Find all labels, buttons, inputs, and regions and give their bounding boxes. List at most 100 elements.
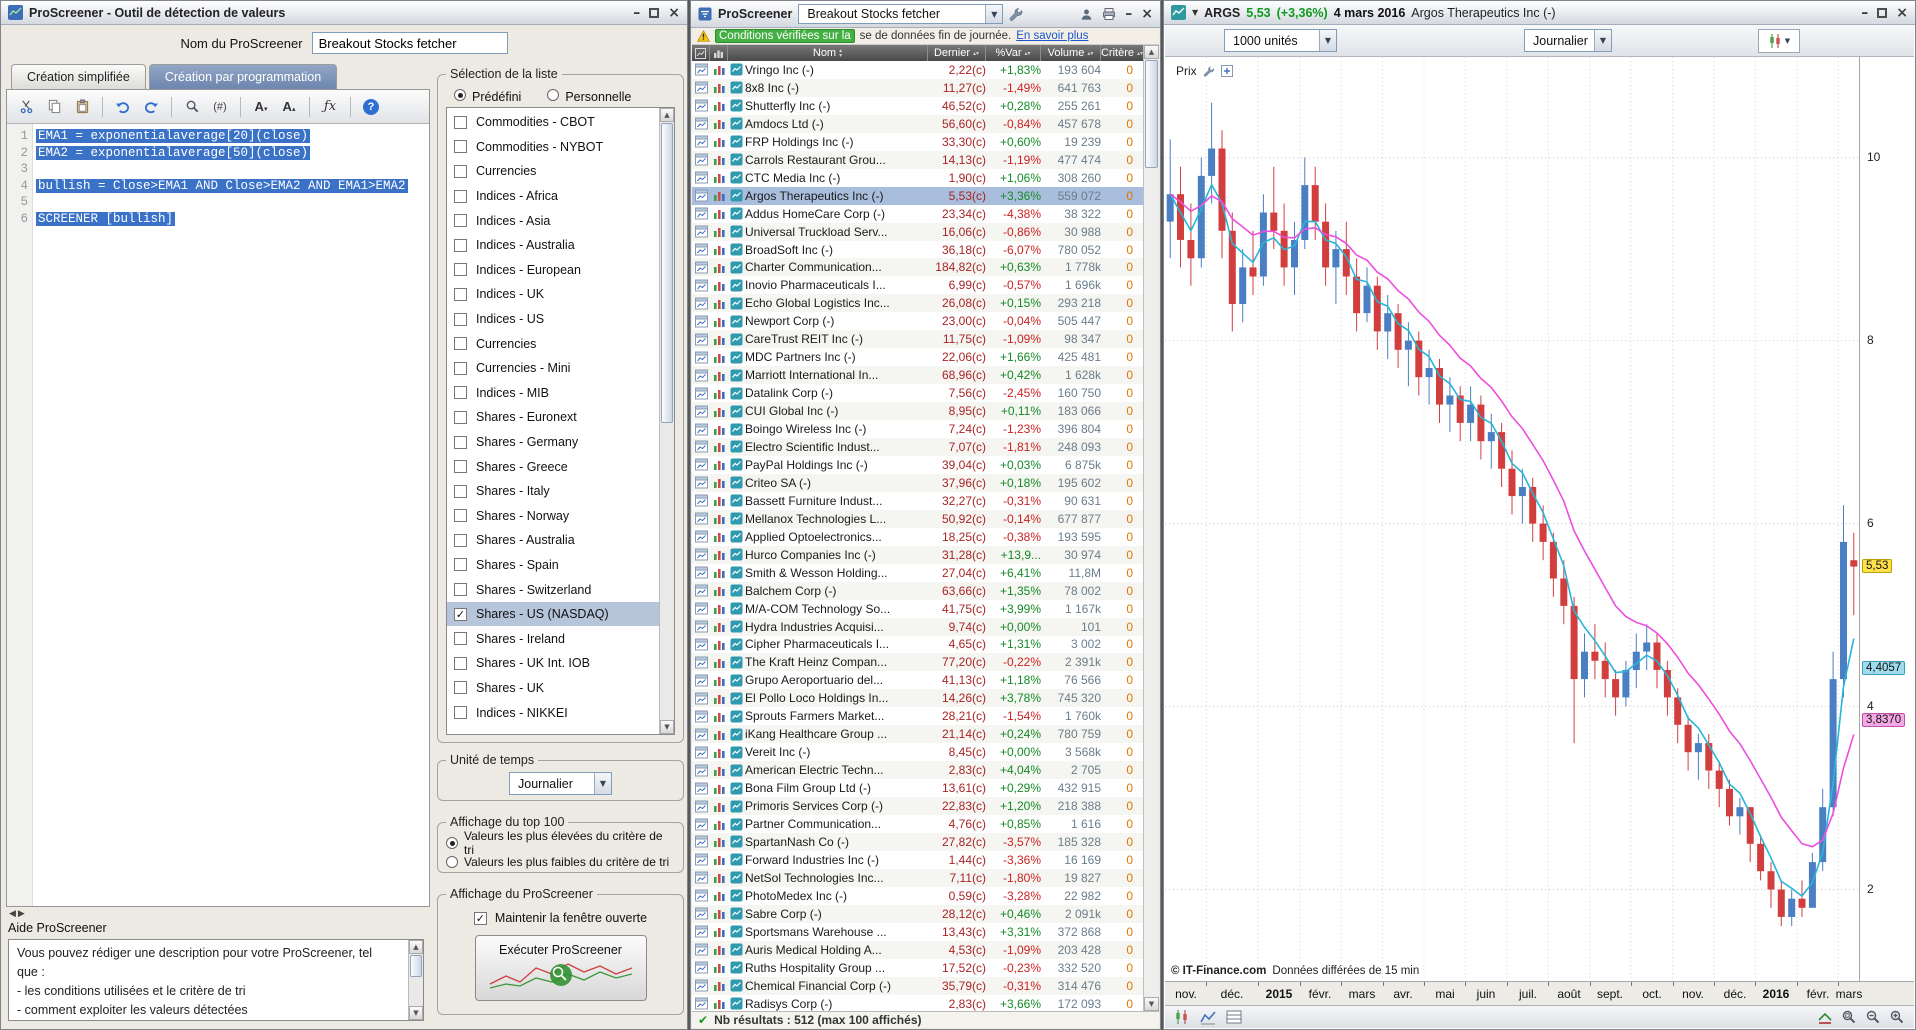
open-chart-icon[interactable]	[692, 638, 710, 651]
maximize-button[interactable]	[649, 8, 659, 18]
quote-list-icon[interactable]	[710, 818, 728, 831]
close-button[interactable]: ×	[668, 6, 680, 20]
open-chart-icon[interactable]	[692, 387, 710, 400]
open-chart-icon[interactable]	[692, 800, 710, 813]
result-row[interactable]: PhotoMedex Inc (-)0,59(c)-3,28%22 9820	[692, 887, 1143, 905]
result-row[interactable]: MDC Partners Inc (-)22,06(c)+1,66%425 48…	[692, 348, 1143, 366]
list-item[interactable]: Indices - UK	[447, 282, 659, 307]
scroll-thumb[interactable]	[661, 123, 673, 423]
quote-list-icon[interactable]	[710, 530, 728, 543]
scroll-thumb[interactable]	[1145, 60, 1158, 168]
quote-list-icon[interactable]	[710, 907, 728, 920]
checkbox-icon[interactable]	[454, 386, 467, 399]
quote-list-icon[interactable]	[710, 117, 728, 130]
list-item[interactable]: Indices - MIB	[447, 381, 659, 406]
code-line[interactable]: bullish = Close>EMA1 AND Close>EMA2 AND …	[36, 178, 429, 195]
radio-top-lowest[interactable]: Valeurs les plus faibles du critère de t…	[446, 852, 675, 871]
checkbox-icon[interactable]	[454, 558, 467, 571]
print-icon[interactable]	[1102, 7, 1116, 21]
code-line[interactable]	[36, 161, 429, 178]
result-row[interactable]: Auris Medical Holding A...4,53(c)-1,09%2…	[692, 941, 1143, 959]
scroll-down-icon[interactable]: ▼	[1144, 997, 1159, 1011]
quote-list-icon[interactable]	[710, 279, 728, 292]
quote-list-icon[interactable]	[710, 476, 728, 489]
checkbox-icon[interactable]	[454, 509, 467, 522]
list-item[interactable]: Indices - US	[447, 307, 659, 332]
list-item[interactable]: Indices - European	[447, 258, 659, 283]
result-row[interactable]: 8x8 Inc (-)11,27(c)-1,49%641 7630	[692, 79, 1143, 97]
radio-icon[interactable]	[446, 856, 458, 868]
result-row[interactable]: Partner Communication...4,76(c)+0,85%1 6…	[692, 815, 1143, 833]
quote-list-icon[interactable]	[710, 746, 728, 759]
scroll-thumb[interactable]	[410, 955, 422, 977]
open-chart-icon[interactable]	[692, 458, 710, 471]
quote-list-icon[interactable]	[710, 566, 728, 579]
scroll-down-icon[interactable]: ▼	[660, 720, 674, 734]
list-item[interactable]: Indices - Australia	[447, 233, 659, 258]
panel-splitter[interactable]: ◀▶	[9, 909, 27, 919]
support-agent-icon[interactable]	[1080, 8, 1093, 21]
quote-list-icon[interactable]	[710, 692, 728, 705]
result-row[interactable]: Sabre Corp (-)28,12(c)+0,46%2 091k0	[692, 905, 1143, 923]
result-row[interactable]: Boingo Wireless Inc (-)7,24(c)-1,23%396 …	[692, 420, 1143, 438]
result-row[interactable]: Chemical Financial Corp (-)35,79(c)-0,31…	[692, 977, 1143, 995]
units-select[interactable]: 1000 unités ▼	[1224, 29, 1337, 52]
open-chart-icon[interactable]	[692, 943, 710, 956]
price-axis[interactable]: 2468105,534,40573,8370	[1859, 57, 1914, 981]
checkbox-icon[interactable]	[454, 239, 467, 252]
quote-list-icon[interactable]	[710, 315, 728, 328]
list-item[interactable]: Shares - Switzerland	[447, 577, 659, 602]
chart-style-button[interactable]: ▼	[1758, 29, 1800, 53]
chart-settings-icon[interactable]	[1174, 1009, 1190, 1025]
scroll-up-icon[interactable]: ▲	[660, 108, 674, 122]
tab-creation-simplifiee[interactable]: Création simplifiée	[11, 64, 146, 89]
scroll-down-icon[interactable]: ▼	[409, 1006, 423, 1020]
open-chart-icon[interactable]	[692, 620, 710, 633]
quote-list-icon[interactable]	[710, 961, 728, 974]
quote-list-icon[interactable]	[710, 243, 728, 256]
result-row[interactable]: BroadSoft Inc (-)36,18(c)-6,07%780 0520	[692, 241, 1143, 259]
time-axis[interactable]: nov.déc.2015févr.marsavr.maijuinjuil.aoû…	[1165, 981, 1914, 1005]
add-indicator-icon[interactable]	[1221, 65, 1233, 77]
result-row[interactable]: Radisys Corp (-)2,83(c)+3,66%172 0930	[692, 995, 1143, 1011]
open-chart-icon[interactable]	[692, 710, 710, 723]
open-chart-icon[interactable]	[692, 63, 710, 76]
checkbox-icon[interactable]	[454, 116, 467, 129]
quote-list-icon[interactable]	[710, 764, 728, 777]
scroll-up-icon[interactable]: ▲	[409, 940, 423, 954]
list-item[interactable]: Shares - UK Int. IOB	[447, 651, 659, 676]
open-chart-icon[interactable]	[692, 351, 710, 364]
open-chart-icon[interactable]	[692, 566, 710, 579]
quote-list-icon[interactable]	[710, 602, 728, 615]
result-row[interactable]: Universal Truckload Serv...16,06(c)-0,86…	[692, 223, 1143, 241]
zoom-reset-icon[interactable]	[1841, 1009, 1857, 1025]
quote-list-icon[interactable]	[710, 333, 728, 346]
quote-list-icon[interactable]	[710, 494, 728, 507]
result-row[interactable]: Vringo Inc (-)2,22(c)+1,83%193 6040	[692, 61, 1143, 79]
column-header-dernier[interactable]: Dernier▴▾	[928, 45, 986, 61]
quote-list-icon[interactable]	[710, 512, 728, 525]
list-item[interactable]: Shares - Greece	[447, 454, 659, 479]
result-row[interactable]: SpartanNash Co (-)27,82(c)-3,57%185 3280	[692, 833, 1143, 851]
quote-list-icon[interactable]	[710, 99, 728, 112]
checkbox-icon[interactable]	[454, 165, 467, 178]
checkbox-icon[interactable]	[454, 632, 467, 645]
timeframe-select[interactable]: Journalier ▼	[509, 772, 612, 795]
quote-list-icon[interactable]	[710, 620, 728, 633]
radio-predefini[interactable]: Prédéfini	[454, 89, 521, 104]
checkbox-icon[interactable]	[454, 140, 467, 153]
close-button[interactable]: ×	[1896, 6, 1908, 20]
open-chart-icon[interactable]	[692, 279, 710, 292]
open-chart-icon[interactable]	[692, 207, 710, 220]
indicators-icon[interactable]	[1200, 1009, 1216, 1025]
candlestick-chart[interactable]	[1165, 57, 1859, 981]
result-row[interactable]: Amdocs Ltd (-)56,60(c)-0,84%457 6780	[692, 115, 1143, 133]
quote-list-icon[interactable]	[710, 835, 728, 848]
quote-list-icon[interactable]	[710, 710, 728, 723]
editor-titlebar[interactable]: ProScreener - Outil de détection de vale…	[1, 1, 687, 25]
result-row[interactable]: iKang Healthcare Group ...21,14(c)+0,24%…	[692, 725, 1143, 743]
checkbox-icon[interactable]	[454, 657, 467, 670]
list-item[interactable]: Indices - NIKKEI	[447, 700, 659, 725]
radio-icon[interactable]	[446, 837, 458, 849]
quote-list-icon[interactable]	[710, 943, 728, 956]
